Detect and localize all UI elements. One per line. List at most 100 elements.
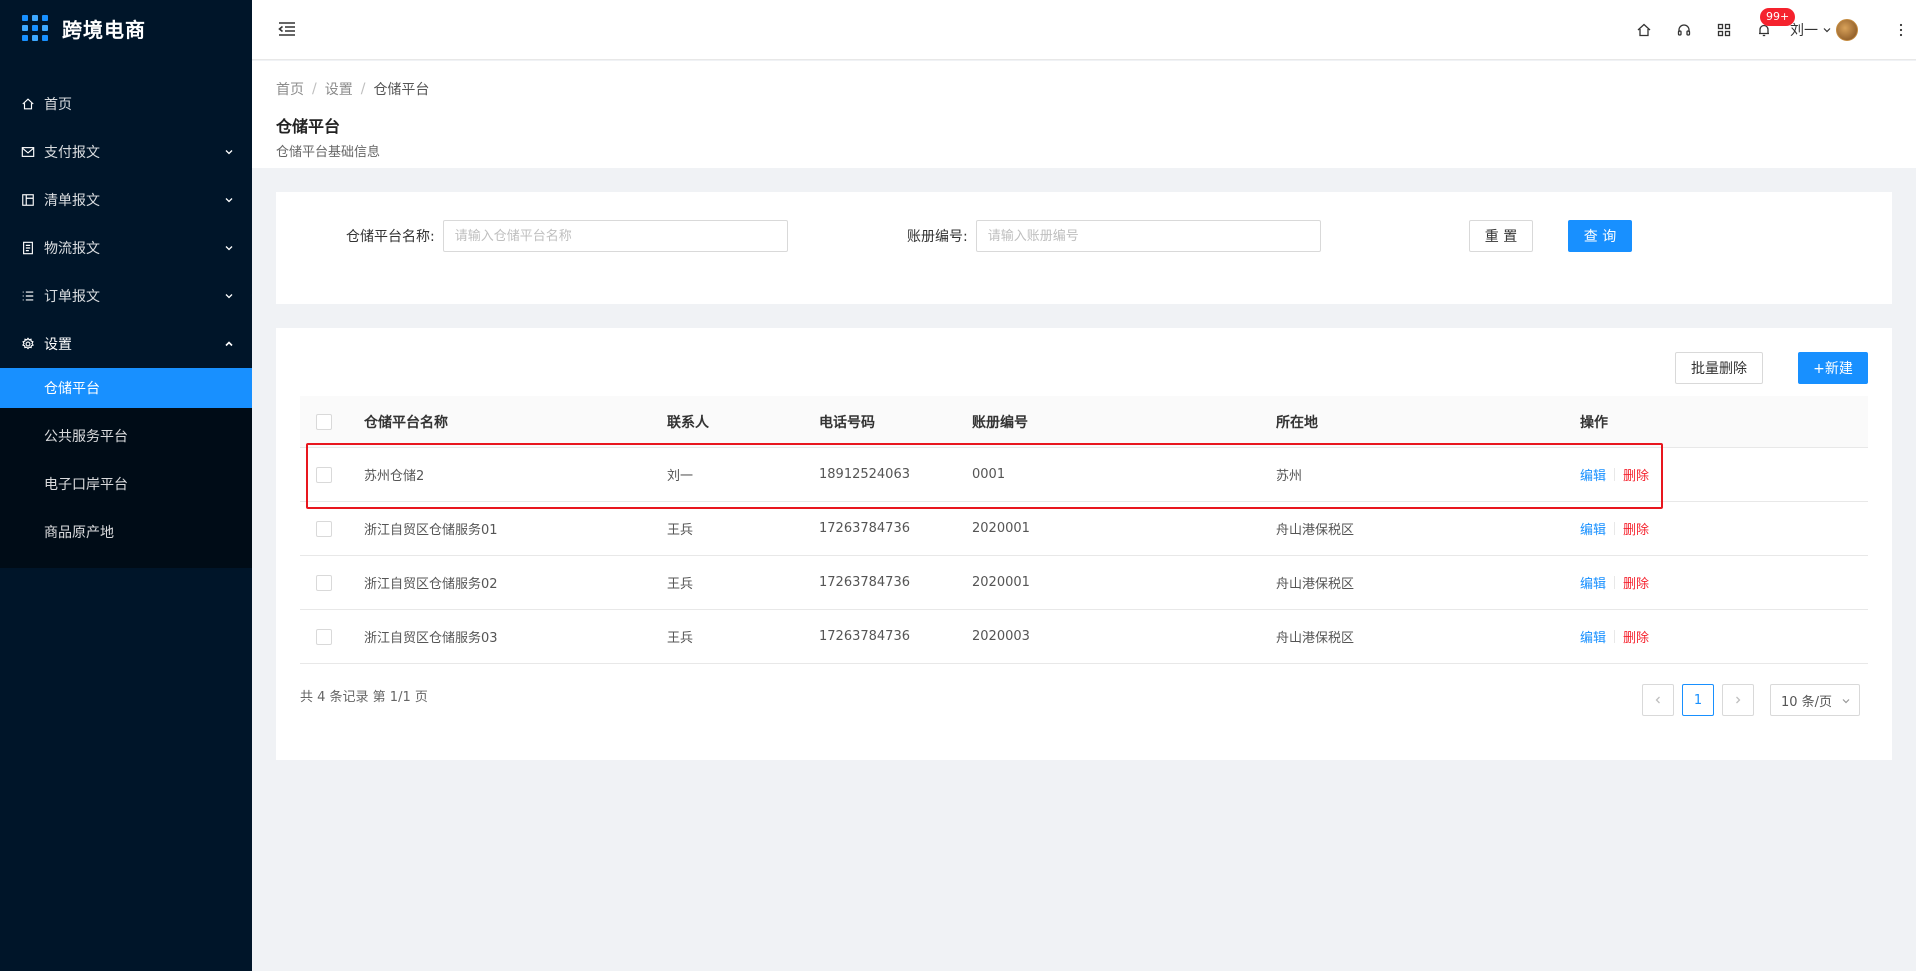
chevron-up-icon [225, 341, 233, 347]
table-row: 苏州仓储2 刘一 18912524063 0001 苏州 编辑 删除 [300, 448, 1868, 502]
query-button[interactable]: 查 询 [1568, 220, 1632, 252]
apps-button[interactable] [1704, 10, 1744, 50]
delete-link[interactable]: 删除 [1623, 573, 1649, 592]
cell-phone: 17263784736 [819, 521, 910, 536]
cell-phone: 17263784736 [819, 575, 910, 590]
reset-button[interactable]: 重 置 [1469, 220, 1533, 252]
next-page-button[interactable] [1722, 684, 1754, 716]
table-card: 批量删除 +新建 仓储平台名称 联系人 电话号码 账册编号 所在地 操作 苏州仓… [276, 328, 1892, 760]
batch-delete-button[interactable]: 批量删除 [1675, 352, 1763, 384]
cell-name: 苏州仓储2 [364, 469, 425, 484]
cell-phone: 17263784736 [819, 629, 910, 644]
row-checkbox[interactable] [316, 466, 332, 483]
ledger-number-input[interactable] [975, 220, 1321, 252]
chevron-left-icon [1655, 696, 1660, 704]
file-icon [20, 240, 36, 256]
home-icon [1637, 23, 1651, 37]
page-size-value: 10 条/页 [1781, 694, 1833, 710]
home-icon [20, 96, 36, 112]
breadcrumb-home[interactable]: 首页 [276, 79, 304, 99]
more-vertical-icon [1899, 23, 1903, 37]
page-size-select[interactable]: 10 条/页 [1770, 684, 1860, 716]
row-checkbox[interactable] [316, 574, 332, 591]
delete-link[interactable]: 删除 [1623, 465, 1649, 484]
notification-badge: 99+ [1760, 8, 1796, 26]
delete-link[interactable]: 删除 [1623, 627, 1649, 646]
edit-link[interactable]: 编辑 [1580, 465, 1606, 484]
sidebar-item-public-service-platform[interactable]: 公共服务平台 [0, 416, 252, 456]
breadcrumb-separator: / [312, 81, 317, 97]
cell-name: 浙江自贸区仓储服务01 [364, 523, 498, 538]
list-icon [20, 288, 36, 304]
sidebar-item-orders[interactable]: 订单报文 [0, 272, 252, 320]
home-button[interactable] [1624, 10, 1664, 50]
support-button[interactable] [1664, 10, 1704, 50]
sidebar-item-logistics[interactable]: 物流报文 [0, 224, 252, 272]
sidebar-item-settings[interactable]: 设置 [0, 320, 252, 368]
cell-location: 舟山港保税区 [1276, 523, 1355, 538]
delete-link[interactable]: 删除 [1623, 519, 1649, 538]
table-row: 浙江自贸区仓储服务02 王兵 17263784736 2020001 舟山港保税… [300, 556, 1868, 610]
edit-link[interactable]: 编辑 [1580, 519, 1606, 538]
action-divider [1614, 522, 1616, 535]
table-row: 浙江自贸区仓储服务03 王兵 17263784736 2020003 舟山港保税… [300, 610, 1868, 664]
breadcrumb-current: 仓储平台 [373, 82, 430, 98]
breadcrumb-settings[interactable]: 设置 [325, 79, 353, 99]
breadcrumb-separator: / [360, 81, 366, 97]
chevron-down-icon [1842, 699, 1850, 704]
sidebar-item-label: 物流报文 [44, 241, 100, 257]
cell-ledger: 0001 [972, 467, 1006, 482]
cell-phone: 18912524063 [819, 467, 910, 482]
more-button[interactable] [1886, 10, 1916, 50]
top-header: 99+ 刘一 [252, 0, 1916, 60]
column-header-phone: 电话号码 [819, 414, 875, 431]
cell-contact: 王兵 [667, 577, 694, 592]
page-1-button[interactable]: 1 [1682, 684, 1714, 716]
chevron-down-icon [225, 150, 233, 155]
search-form: 仓储平台名称: 账册编号: 重 置 查 询 [276, 192, 1892, 304]
menu-fold-icon[interactable] [276, 18, 298, 40]
column-header-location: 所在地 [1276, 414, 1318, 431]
sidebar-item-warehouse-platform[interactable]: 仓储平台 [0, 368, 252, 408]
sidebar-menu: 首页 支付报文 清单报文 物流报文 订单报文 设置 仓储平台 公共服务平台 电子… [0, 80, 252, 568]
platform-name-field: 仓储平台名称: [346, 220, 788, 252]
platform-name-input[interactable] [442, 220, 788, 252]
cell-contact: 王兵 [667, 631, 694, 646]
user-menu[interactable]: 刘一 [1790, 19, 1858, 41]
warehouse-table: 仓储平台名称 联系人 电话号码 账册编号 所在地 操作 苏州仓储2 刘一 189… [300, 396, 1868, 664]
pagination-summary: 共 4 条记录 第 1/1 页 [300, 690, 428, 705]
select-all-checkbox[interactable] [316, 413, 332, 430]
new-button[interactable]: +新建 [1798, 352, 1868, 384]
chevron-down-icon [225, 246, 233, 251]
notifications-button[interactable]: 99+ [1744, 8, 1796, 50]
page-subtitle: 仓储平台基础信息 [276, 145, 381, 160]
edit-link[interactable]: 编辑 [1580, 573, 1606, 592]
cell-location: 苏州 [1276, 469, 1303, 484]
logo[interactable]: 跨境电商 [0, 0, 252, 56]
prev-page-button[interactable] [1642, 684, 1674, 716]
chevron-right-icon [1736, 696, 1741, 704]
table-row: 浙江自贸区仓储服务01 王兵 17263784736 2020001 舟山港保税… [300, 502, 1868, 556]
pagination: 1 10 条/页 [1634, 684, 1860, 716]
app-title: 跨境电商 [62, 17, 146, 42]
platform-name-label: 仓储平台名称: [346, 229, 435, 245]
row-checkbox[interactable] [316, 520, 332, 537]
chevron-down-icon [225, 294, 233, 299]
ledger-number-field: 账册编号: [907, 220, 1321, 252]
column-header-actions: 操作 [1580, 414, 1608, 431]
page-header: 首页 / 设置 / 仓储平台 仓储平台 仓储平台基础信息 [252, 61, 1916, 168]
column-header-name: 仓储平台名称 [364, 414, 448, 431]
sidebar-item-home[interactable]: 首页 [0, 80, 252, 128]
sidebar-item-origin[interactable]: 商品原产地 [0, 512, 252, 552]
edit-link[interactable]: 编辑 [1580, 627, 1606, 646]
sidebar: 跨境电商 首页 支付报文 清单报文 物流报文 订单报文 设置 仓储平台 公共服务… [0, 0, 252, 971]
sidebar-item-e-port-platform[interactable]: 电子口岸平台 [0, 464, 252, 504]
sidebar-item-payment[interactable]: 支付报文 [0, 128, 252, 176]
sidebar-item-label: 首页 [44, 97, 72, 113]
cell-name: 浙江自贸区仓储服务03 [364, 631, 498, 646]
cell-contact: 刘一 [667, 469, 694, 484]
table-header-row: 仓储平台名称 联系人 电话号码 账册编号 所在地 操作 [300, 396, 1868, 448]
avatar [1836, 19, 1858, 41]
row-checkbox[interactable] [316, 628, 332, 645]
sidebar-item-manifest[interactable]: 清单报文 [0, 176, 252, 224]
